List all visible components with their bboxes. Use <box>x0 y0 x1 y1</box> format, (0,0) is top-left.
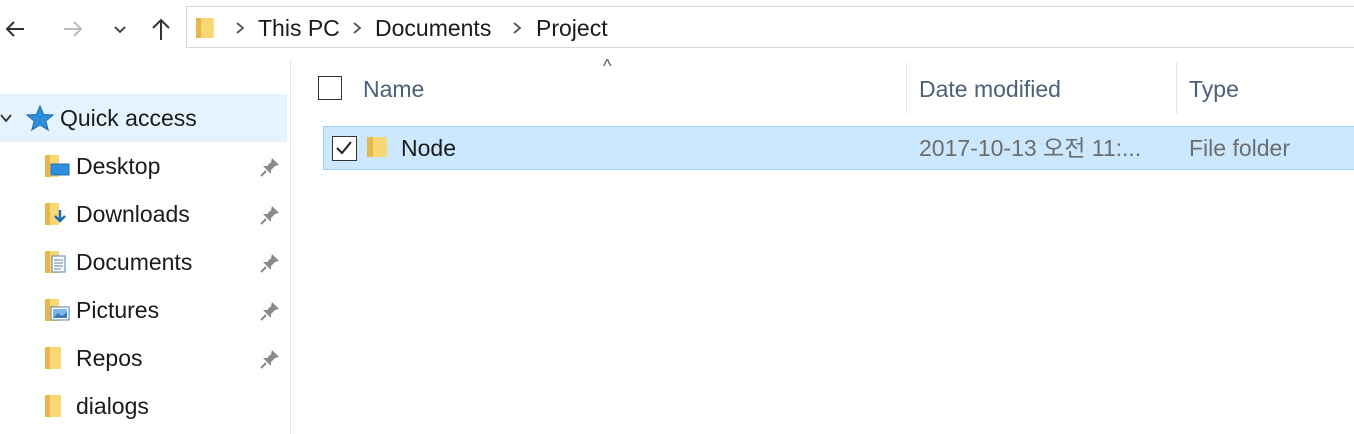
sort-ascending-icon: ^ <box>603 56 612 76</box>
file-type: File folder <box>1189 135 1290 161</box>
column-header-date-modified[interactable]: Date modified <box>919 60 1061 118</box>
sidebar-item-dialogs[interactable]: dialogs <box>0 382 287 430</box>
column-divider[interactable] <box>1176 62 1177 114</box>
sidebar-item-label: dialogs <box>76 393 149 419</box>
breadcrumb-separator-icon <box>353 22 362 34</box>
downloads-folder-icon <box>45 203 66 225</box>
documents-folder-icon <box>45 251 66 273</box>
folder-icon <box>196 18 214 38</box>
quick-access-label: Quick access <box>60 105 197 131</box>
pin-icon[interactable] <box>259 348 281 370</box>
forward-arrow-icon <box>64 21 83 37</box>
breadcrumb-this-pc[interactable]: This PC <box>258 7 340 49</box>
breadcrumb-project[interactable]: Project <box>536 7 608 49</box>
row-checkbox[interactable] <box>332 136 357 161</box>
file-name[interactable]: Node <box>401 127 456 169</box>
file-date-modified: 2017-10-13 오전 11:... <box>919 135 1142 161</box>
sidebar-item-label: Repos <box>76 345 143 371</box>
sidebar-item-repos[interactable]: Repos <box>0 334 287 382</box>
sidebar-item-label: Desktop <box>76 153 161 179</box>
folder-icon <box>367 137 387 157</box>
pin-icon[interactable] <box>259 204 281 226</box>
recent-locations-button[interactable] <box>108 12 132 46</box>
address-bar[interactable]: This PC Documents Project <box>186 6 1354 48</box>
up-button[interactable] <box>146 12 176 46</box>
breadcrumb-separator-icon <box>513 22 522 34</box>
star-icon <box>26 105 54 131</box>
pane-divider[interactable] <box>290 60 291 434</box>
column-header-type[interactable]: Type <box>1189 60 1239 118</box>
pin-icon[interactable] <box>259 252 281 274</box>
pin-icon[interactable] <box>259 156 281 178</box>
column-header-name[interactable]: Name <box>363 60 424 118</box>
sidebar-item-pictures[interactable]: Pictures <box>0 286 287 334</box>
checkmark-icon <box>336 141 352 155</box>
pictures-folder-icon <box>45 299 70 321</box>
back-arrow-icon <box>5 21 24 37</box>
sidebar-item-quick-access[interactable]: Quick access <box>0 94 287 142</box>
breadcrumb-separator-icon <box>236 22 245 34</box>
expand-chevron-icon[interactable] <box>0 112 12 124</box>
navigation-pane: Quick access Desktop Downloads Documents… <box>0 60 290 434</box>
pin-icon[interactable] <box>259 300 281 322</box>
back-button[interactable] <box>0 12 30 46</box>
sidebar-item-label: Pictures <box>76 297 160 323</box>
file-row-node[interactable]: Node 2017-10-13 오전 11:... File folder <box>323 126 1354 170</box>
column-divider[interactable] <box>906 62 907 114</box>
chevron-down-icon <box>114 26 126 34</box>
folder-icon <box>45 395 61 417</box>
select-all-checkbox[interactable] <box>318 76 342 100</box>
sidebar-item-downloads[interactable]: Downloads <box>0 190 287 238</box>
up-arrow-icon <box>152 18 170 40</box>
folder-icon <box>45 347 61 369</box>
sidebar-item-desktop[interactable]: Desktop <box>0 142 287 190</box>
desktop-folder-icon <box>45 155 70 177</box>
sidebar-item-documents[interactable]: Documents <box>0 238 287 286</box>
breadcrumb-documents[interactable]: Documents <box>375 7 491 49</box>
sidebar-item-label: Documents <box>76 249 193 275</box>
forward-button[interactable] <box>58 12 88 46</box>
sidebar-item-label: Downloads <box>76 201 190 227</box>
